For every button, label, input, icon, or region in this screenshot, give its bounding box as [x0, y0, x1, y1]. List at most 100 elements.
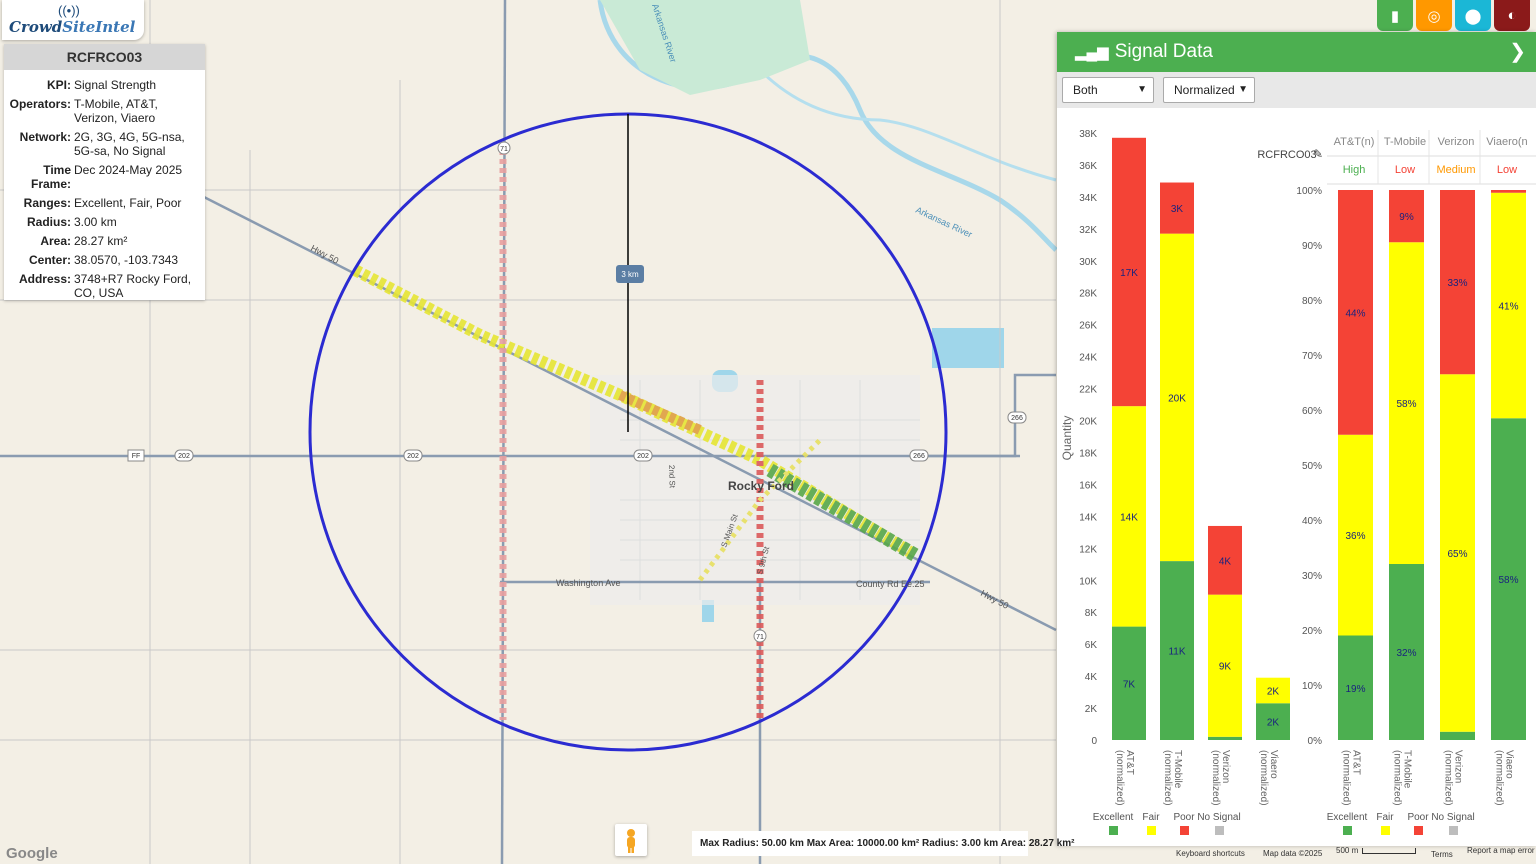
bar-data-label: 65%	[1447, 549, 1467, 560]
y-tick-label: 22K	[1079, 385, 1097, 396]
rating-value: Medium	[1436, 164, 1475, 176]
info-value: 3748+R7 Rocky Ford, CO, USA	[74, 272, 192, 300]
y-tick-label: 32K	[1079, 225, 1097, 236]
legend-swatch	[1215, 826, 1224, 835]
legend-swatch	[1180, 826, 1189, 835]
scale-bar	[1362, 848, 1416, 854]
target-button[interactable]: ◎	[1416, 0, 1452, 31]
legend-label: Poor	[1407, 812, 1429, 823]
globe-button[interactable]: ◐	[1494, 0, 1530, 31]
y-tick-label: 28K	[1079, 289, 1097, 300]
bar-data-label: 58%	[1396, 399, 1416, 410]
keyboard-shortcuts-link[interactable]: Keyboard shortcuts	[1176, 849, 1245, 858]
bar-data-label: 4K	[1219, 556, 1232, 567]
category-label: (normalized)	[1443, 750, 1454, 806]
bar-data-label: 9%	[1399, 212, 1414, 223]
bar-chart-button[interactable]: ▮	[1377, 0, 1413, 31]
category-label: (normalized)	[1392, 750, 1403, 806]
bar-segment	[1208, 736, 1242, 740]
bar-data-label: 44%	[1345, 308, 1365, 319]
collapse-panel-button[interactable]: ❯	[1509, 32, 1526, 72]
info-key: Center:	[28, 253, 71, 267]
y-tick-label: 2K	[1085, 704, 1098, 715]
info-key: Radius:	[26, 215, 71, 229]
info-value: 2G, 3G, 4G, 5G-nsa, 5G-sa, No Signal	[74, 130, 185, 158]
rating-header: AT&T(n)	[1334, 136, 1375, 148]
legend-label: Excellent	[1093, 812, 1134, 823]
info-key: KPI:	[47, 78, 71, 92]
info-key: Area:	[40, 234, 71, 248]
terms-link[interactable]: Terms	[1431, 850, 1453, 859]
y-tick-label: 30%	[1302, 571, 1322, 582]
y-tick-label: 20%	[1302, 626, 1322, 637]
county-rd-label: County Rd Ee.25	[856, 579, 925, 589]
legend-swatch	[1109, 826, 1118, 835]
info-value: 3.00 km	[74, 215, 117, 229]
legend-swatch	[1449, 826, 1458, 835]
legend-label: No Signal	[1431, 812, 1474, 823]
bar-data-label: 33%	[1447, 278, 1467, 289]
second-st-label: 2nd St	[667, 465, 677, 489]
y-tick-label: 4K	[1085, 672, 1098, 683]
y-tick-label: 80%	[1302, 296, 1322, 307]
bar-data-label: 19%	[1345, 684, 1365, 695]
globe-icon: ◐	[1507, 7, 1517, 24]
panel-title: Signal Data	[1114, 41, 1213, 62]
info-row: Operators: T-Mobile, AT&T, Verizon, Viaer…	[4, 97, 205, 125]
y-tick-label: 8K	[1085, 608, 1098, 619]
site-info-rows: KPI: Signal Strength Operators: T-Mobile, A…	[4, 78, 205, 300]
panel-header: ▂▄▆ Signal Data ❯	[1057, 32, 1536, 72]
report-map-error-link[interactable]: Report a map error	[1467, 846, 1535, 855]
map-footer: Keyboard shortcuts Map data ©2025 500 m …	[0, 846, 1536, 864]
site-info-card: RCFRCO03 KPI: Signal Strength Operators: T-…	[4, 44, 205, 300]
rating-value: Low	[1497, 164, 1517, 176]
y-tick-label: 16K	[1079, 480, 1097, 491]
chevron-down-icon: ▼	[1137, 84, 1147, 95]
bar-data-label: 20K	[1168, 393, 1186, 404]
town-label: Rocky Ford	[728, 479, 794, 493]
panel-controls: Both ▼ Normalized ▼	[1057, 72, 1536, 108]
info-row: Center: 38.0570, -103.7343	[4, 253, 205, 267]
y-tick-label: 0%	[1308, 736, 1323, 747]
mode-select[interactable]: Both ▼	[1062, 77, 1154, 103]
y-tick-label: 90%	[1302, 241, 1322, 252]
info-value: Signal Strength	[74, 78, 157, 92]
legend-label: Excellent	[1327, 812, 1368, 823]
info-value: 28.27 km²	[74, 234, 128, 248]
normalization-select[interactable]: Normalized ▼	[1163, 77, 1255, 103]
y-tick-label: 50%	[1302, 461, 1322, 472]
info-row: Radius: 3.00 km	[4, 215, 205, 229]
y-tick-label: 6K	[1085, 640, 1098, 651]
info-key: Network:	[19, 130, 71, 144]
logo-text: CrowdSiteIntel	[9, 18, 136, 36]
legend-label: Fair	[1376, 812, 1394, 823]
shield-202-b: 202	[178, 453, 190, 460]
y-tick-label: 10K	[1079, 576, 1097, 587]
y-tick-label: 14K	[1079, 512, 1097, 523]
map-scale[interactable]: 500 m	[1336, 846, 1358, 855]
y-tick-label: 38K	[1079, 129, 1097, 140]
legend-swatch	[1381, 826, 1390, 835]
app-logo[interactable]: ((•)) CrowdSiteIntel	[2, 0, 144, 40]
bar-data-label: 32%	[1396, 648, 1416, 659]
shield-266-a: 266	[913, 453, 925, 460]
bar-data-label: 58%	[1498, 575, 1518, 586]
bar-data-label: 3K	[1171, 204, 1184, 215]
chart-title: RCFRCO03	[1257, 149, 1316, 161]
bar-data-label: 17K	[1120, 268, 1138, 279]
signal-data-panel: ▂▄▆ Signal Data ❯ Both ▼ Normalized ▼ RCFRC…	[1057, 32, 1536, 846]
category-label: (normalized)	[1114, 750, 1125, 806]
chevron-down-icon: ▼	[1238, 84, 1248, 95]
bar-data-label: 36%	[1345, 531, 1365, 542]
category-label: (normalized)	[1341, 750, 1352, 806]
bar-data-label: 11K	[1168, 647, 1185, 658]
bar-data-label: 41%	[1498, 302, 1518, 313]
y-tick-label: 100%	[1296, 186, 1322, 197]
bar-data-label: 7K	[1123, 679, 1136, 690]
shield-71-b: 71	[756, 634, 764, 641]
pin-button[interactable]: ⬤	[1455, 0, 1491, 31]
y-tick-label: 30K	[1079, 257, 1097, 268]
radius-tag: 3 km	[621, 270, 639, 279]
legend-label: Fair	[1142, 812, 1160, 823]
info-value: T-Mobile, AT&T, Verizon, Viaero	[74, 97, 158, 125]
